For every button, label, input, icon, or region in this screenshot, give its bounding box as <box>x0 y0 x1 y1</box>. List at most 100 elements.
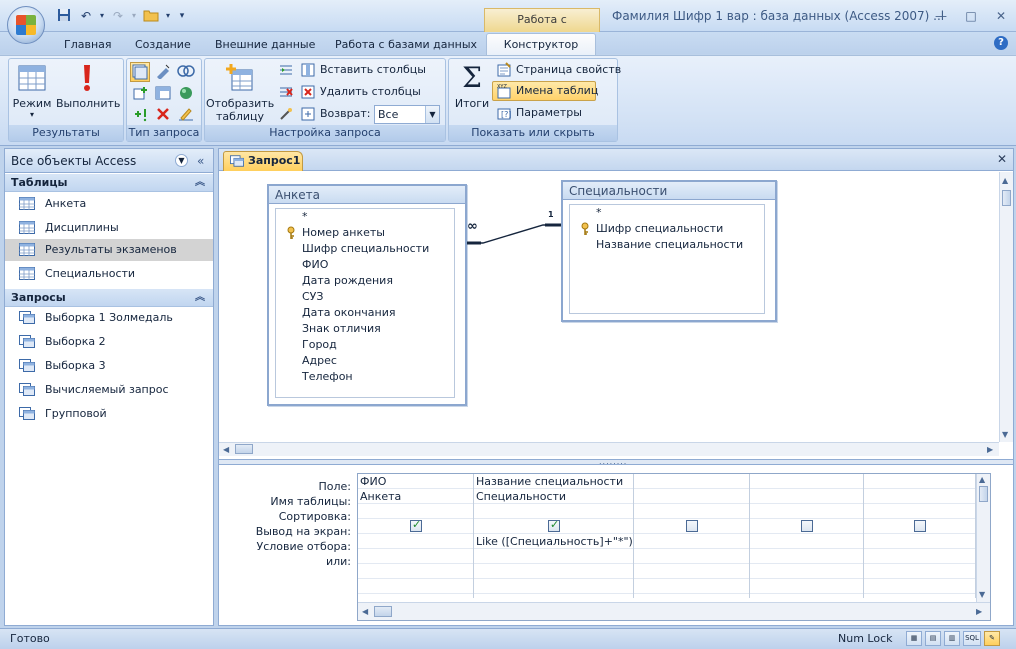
field-item[interactable]: ФИО <box>302 257 328 273</box>
run-button[interactable]: Выполнить <box>56 62 120 110</box>
select-query-button[interactable] <box>130 62 150 82</box>
delete-query-icon[interactable] <box>155 106 171 125</box>
scroll-up-icon[interactable]: ▲ <box>1002 176 1008 185</box>
insert-rows-button[interactable] <box>278 61 294 79</box>
collapse-pane-icon[interactable]: « <box>197 149 204 173</box>
field-item[interactable]: СУЗ <box>302 289 323 305</box>
delete-rows-button[interactable] <box>278 83 294 101</box>
show-checkbox[interactable] <box>801 520 813 532</box>
grid-column[interactable]: Название специальности Специальности Lik… <box>474 474 634 598</box>
maximize-button[interactable]: □ <box>960 8 982 24</box>
scroll-left-icon[interactable]: ◀ <box>223 445 229 454</box>
close-button[interactable]: ✕ <box>990 8 1012 24</box>
table-window-spetsialnosti[interactable]: Специальности * Шифр специальности Назва… <box>561 180 777 322</box>
field-item[interactable]: Город <box>302 337 337 353</box>
grid-cell-table[interactable]: Анкета <box>360 490 401 504</box>
datasheet-view-button[interactable]: ▦ <box>906 631 922 646</box>
grid-cell-criteria[interactable]: Like ([Специальность]+"*") <box>476 535 633 549</box>
delete-columns-button[interactable]: Удалить столбцы <box>300 83 421 101</box>
scroll-up-icon[interactable]: ▲ <box>979 475 985 484</box>
scroll-right-icon[interactable]: ▶ <box>976 607 982 616</box>
table-window-title[interactable]: Анкета <box>269 186 465 204</box>
grid-column[interactable] <box>634 474 750 598</box>
pass-through-query-icon[interactable] <box>178 85 194 104</box>
make-table-query-icon[interactable] <box>155 63 171 82</box>
nav-item-query-2[interactable]: Выборка 2 <box>5 331 213 353</box>
grid-horizontal-scrollbar[interactable]: ◀ ▶ <box>358 602 990 620</box>
union-query-icon[interactable] <box>177 63 195 82</box>
customize-qat-icon[interactable]: ▾ <box>174 8 190 24</box>
grid-vertical-scrollbar[interactable]: ▲ ▼ <box>976 474 990 602</box>
scroll-thumb[interactable] <box>374 606 392 617</box>
undo-icon[interactable]: ↶ <box>78 8 94 24</box>
nav-item-query-3[interactable]: Выборка 3 <box>5 355 213 377</box>
table-window-title[interactable]: Специальности <box>563 182 775 200</box>
field-item[interactable]: Шифр специальности <box>596 221 723 237</box>
save-icon[interactable] <box>56 8 72 24</box>
table-window-anketa[interactable]: Анкета * Номер анкеты Шифр специальности… <box>267 184 467 406</box>
scroll-thumb[interactable] <box>235 444 253 454</box>
redo-dropdown-icon[interactable]: ▾ <box>126 8 142 24</box>
design-view-button[interactable]: ✎ <box>984 631 1000 646</box>
grid-column[interactable]: ФИО Анкета <box>358 474 474 598</box>
update-query-icon[interactable] <box>132 106 150 125</box>
property-sheet-button[interactable]: Страница свойств <box>496 61 621 79</box>
nav-section-tables[interactable]: Таблицы ︽ <box>5 174 213 192</box>
grid-cell-field[interactable]: Название специальности <box>476 475 623 489</box>
field-item[interactable]: Номер анкеты <box>302 225 385 241</box>
grid-column[interactable] <box>750 474 864 598</box>
open-folder-icon[interactable] <box>143 8 159 24</box>
field-item[interactable]: * <box>302 209 308 225</box>
nav-item-distsipliny[interactable]: Дисциплины <box>5 217 213 239</box>
field-item[interactable]: Телефон <box>302 369 353 385</box>
return-values-combo[interactable]: Все ▼ <box>374 105 440 124</box>
nav-item-query-1[interactable]: Выборка 1 Золмедаль <box>5 307 213 329</box>
nav-pane-header[interactable]: Все объекты Access ▼ « <box>5 149 213 173</box>
help-icon[interactable]: ? <box>994 36 1008 50</box>
tab-create[interactable]: Создание <box>135 36 191 54</box>
scroll-down-icon[interactable]: ▼ <box>979 590 985 599</box>
field-item[interactable]: Дата рождения <box>302 273 393 289</box>
office-button[interactable] <box>7 6 45 44</box>
field-item[interactable]: Знак отличия <box>302 321 381 337</box>
nav-item-rezultaty-ekzamenov[interactable]: Результаты экзаменов <box>5 239 213 261</box>
nav-item-spetsialnosti[interactable]: Специальности <box>5 263 213 285</box>
scroll-thumb[interactable] <box>979 486 988 502</box>
totals-button[interactable]: Σ Итоги <box>452 62 492 111</box>
tab-external-data[interactable]: Внешние данные <box>215 36 315 54</box>
nav-item-anketa[interactable]: Анкета <box>5 193 213 215</box>
document-tab[interactable]: Запрос1 <box>223 151 303 171</box>
nav-item-query-5[interactable]: Групповой <box>5 403 213 425</box>
data-definition-query-icon[interactable] <box>177 106 195 125</box>
tab-home[interactable]: Главная <box>64 36 112 54</box>
scroll-thumb[interactable] <box>1002 190 1011 206</box>
redo-icon[interactable]: ↷ <box>110 8 126 24</box>
sql-view-button[interactable]: SQL <box>963 631 981 646</box>
pivot-table-view-button[interactable]: ▤ <box>925 631 941 646</box>
append-query-icon[interactable] <box>132 85 148 104</box>
table-names-button[interactable]: XYZ Имена таблиц <box>496 82 598 100</box>
insert-columns-button[interactable]: Вставить столбцы <box>300 61 426 79</box>
nav-menu-chevron-icon[interactable]: ▼ <box>175 154 188 167</box>
grid-column[interactable] <box>864 474 976 598</box>
upper-horizontal-scrollbar[interactable]: ◀ ▶ <box>219 442 999 456</box>
field-item[interactable]: * <box>596 205 602 221</box>
scroll-right-icon[interactable]: ▶ <box>987 445 993 454</box>
field-item[interactable]: Шифр специальности <box>302 241 429 257</box>
nav-section-queries[interactable]: Запросы ︽ <box>5 289 213 307</box>
tab-design[interactable]: Конструктор <box>486 33 596 56</box>
pivot-chart-view-button[interactable]: ▥ <box>944 631 960 646</box>
minimize-button[interactable]: — <box>930 8 952 24</box>
parameters-button[interactable]: [?] Параметры <box>496 104 582 122</box>
show-table-button[interactable]: Отобразить таблицу <box>206 62 274 123</box>
field-item[interactable]: Название специальности <box>596 237 743 253</box>
field-item[interactable]: Дата окончания <box>302 305 395 321</box>
field-item[interactable]: Адрес <box>302 353 337 369</box>
upper-vertical-scrollbar[interactable]: ▲ ▼ <box>999 172 1013 442</box>
grid-cell-table[interactable]: Специальности <box>476 490 566 504</box>
show-checkbox[interactable] <box>410 518 422 532</box>
undo-dropdown-icon[interactable]: ▾ <box>94 8 110 24</box>
crosstab-query-icon[interactable] <box>155 85 171 104</box>
show-checkbox[interactable] <box>548 518 560 532</box>
tab-database-tools[interactable]: Работа с базами данных <box>335 36 477 54</box>
